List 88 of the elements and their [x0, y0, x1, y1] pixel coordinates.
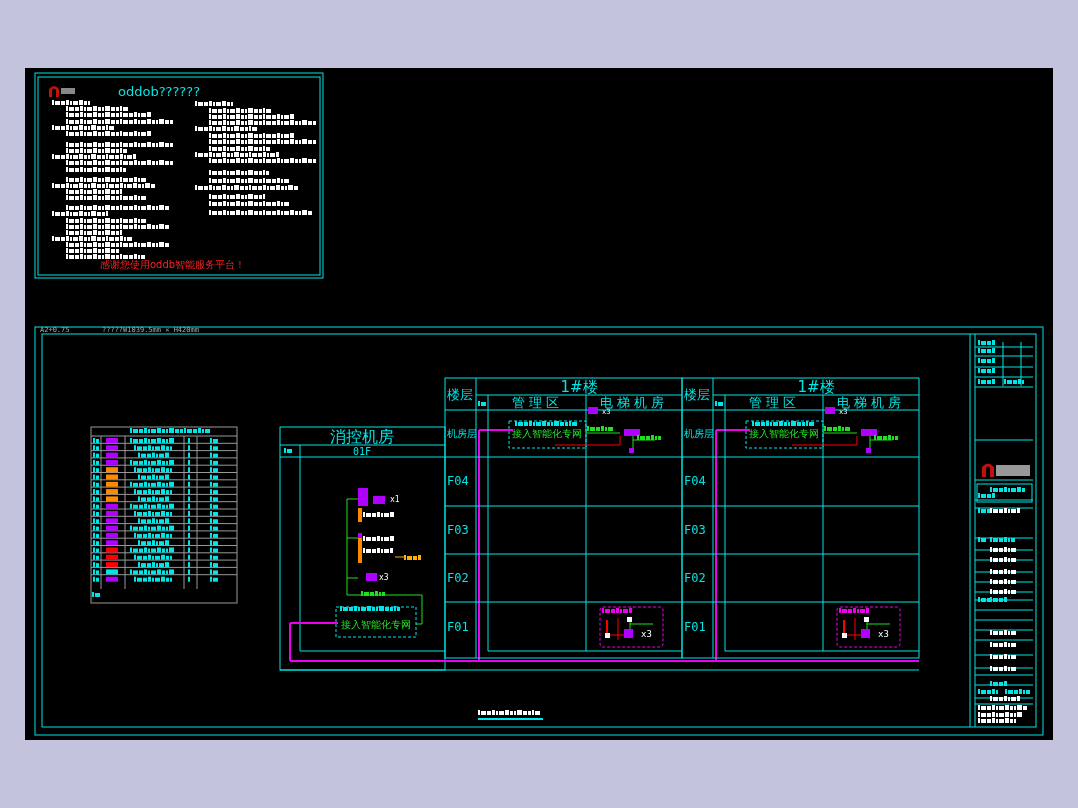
device-icon: [842, 633, 847, 638]
quantity-label: x3: [641, 629, 652, 639]
illegible-text-drawing: [92, 592, 100, 597]
illegible-text-drawing: [284, 448, 292, 453]
illegible-text-drawing: [587, 426, 613, 431]
thanks-message: 感谢您使用oddb智能服务平台！: [100, 259, 246, 270]
device-icon: [624, 429, 640, 436]
floor-label: 机房层: [447, 428, 477, 439]
illegible-text-drawing: [340, 606, 400, 611]
illegible-text-drawing: [990, 569, 1016, 574]
illegible-text-drawing: [93, 511, 99, 516]
illegible-text-drawing: [66, 167, 126, 172]
device-icon: [358, 488, 368, 506]
illegible-text-drawing: [195, 101, 233, 106]
logo-icon: [49, 86, 75, 97]
floor-label: F04: [684, 474, 706, 488]
illegible-text-drawing: [1005, 689, 1030, 694]
illegible-text-drawing: [990, 589, 1016, 594]
device-icon: [588, 407, 598, 414]
illegible-text-drawing: [978, 705, 1027, 710]
illegible-text-drawing: [990, 557, 1016, 562]
quantity-label: x3: [379, 573, 389, 582]
floor-label: F04: [447, 474, 469, 488]
device-icon: [866, 448, 871, 453]
sheet-title: oddob??????: [118, 84, 201, 99]
illegible-text-drawing: [874, 435, 898, 440]
illegible-text-drawing: [824, 426, 850, 431]
network-label: 接入智能化专网: [512, 428, 582, 439]
illegible-text-drawing: [363, 512, 394, 517]
device-icon: [366, 573, 377, 581]
illegible-text-drawing: [839, 608, 869, 613]
illegible-text-drawing: [990, 547, 1016, 552]
illegible-text-drawing: [130, 438, 174, 443]
device-icon: [373, 496, 385, 504]
illegible-text-drawing: [752, 421, 814, 426]
building-title: 1#楼: [560, 378, 598, 396]
illegible-text-drawing: [209, 170, 269, 175]
illegible-text-drawing: [209, 194, 265, 199]
illegible-text-drawing: [363, 548, 393, 553]
illegible-text-drawing: [978, 689, 998, 694]
column-header: 楼层: [447, 387, 473, 402]
quantity-label: x3: [878, 629, 889, 639]
floor-label: F03: [684, 523, 706, 537]
column-header: 楼层: [684, 387, 710, 402]
device-icon: [825, 407, 835, 414]
logo-icon: [982, 463, 1030, 477]
device-icon: [358, 508, 362, 522]
floor-label: F01: [684, 620, 706, 634]
illegible-text-drawing: [990, 642, 1016, 647]
floor-label: F01: [447, 620, 469, 634]
illegible-text-drawing: [990, 579, 1016, 584]
illegible-text-drawing: [990, 654, 1016, 659]
network-label: 接入智能化专网: [749, 428, 819, 439]
device-icon: [864, 617, 869, 622]
illegible-text-drawing: [361, 591, 385, 596]
legend-symbol-icon: [106, 438, 118, 443]
column-header: 电梯机房: [837, 395, 905, 410]
device-icon: [627, 617, 632, 622]
illegible-text-drawing: [515, 421, 577, 426]
floor-label: F03: [447, 523, 469, 537]
illegible-text-drawing: [990, 630, 1016, 635]
quantity-label: x1: [390, 495, 400, 504]
legend-symbol-icon: [106, 511, 118, 516]
column-header: 电梯机房: [600, 395, 668, 410]
device-icon: [605, 633, 610, 638]
floor-label: F02: [684, 571, 706, 585]
illegible-text-drawing: [210, 438, 218, 443]
floor-label: F02: [447, 571, 469, 585]
dashed-frame: [836, 606, 901, 648]
column-header: 管理区: [748, 395, 800, 410]
illegible-text-drawing: [637, 435, 661, 440]
drawing-caption-drawing: [478, 710, 540, 715]
illegible-text-drawing: [363, 536, 394, 541]
room-title: 消控机房: [330, 427, 394, 446]
building-title: 1#楼: [797, 378, 835, 396]
device-icon: [629, 448, 634, 453]
illegible-text-drawing: [93, 438, 99, 443]
floor-label: 机房层: [684, 428, 714, 439]
column-header: 管理区: [511, 395, 563, 410]
device-icon: [861, 429, 877, 436]
network-label: 接入智能化专网: [341, 619, 411, 630]
illegible-text-drawing: [134, 511, 172, 516]
illegible-text-drawing: [990, 666, 1016, 671]
dashed-frame: [599, 606, 664, 648]
illegible-text-drawing: [602, 608, 632, 613]
illegible-text-drawing: [990, 696, 1020, 701]
illegible-text-drawing: [210, 511, 218, 516]
floor-label: 01F: [352, 446, 372, 457]
